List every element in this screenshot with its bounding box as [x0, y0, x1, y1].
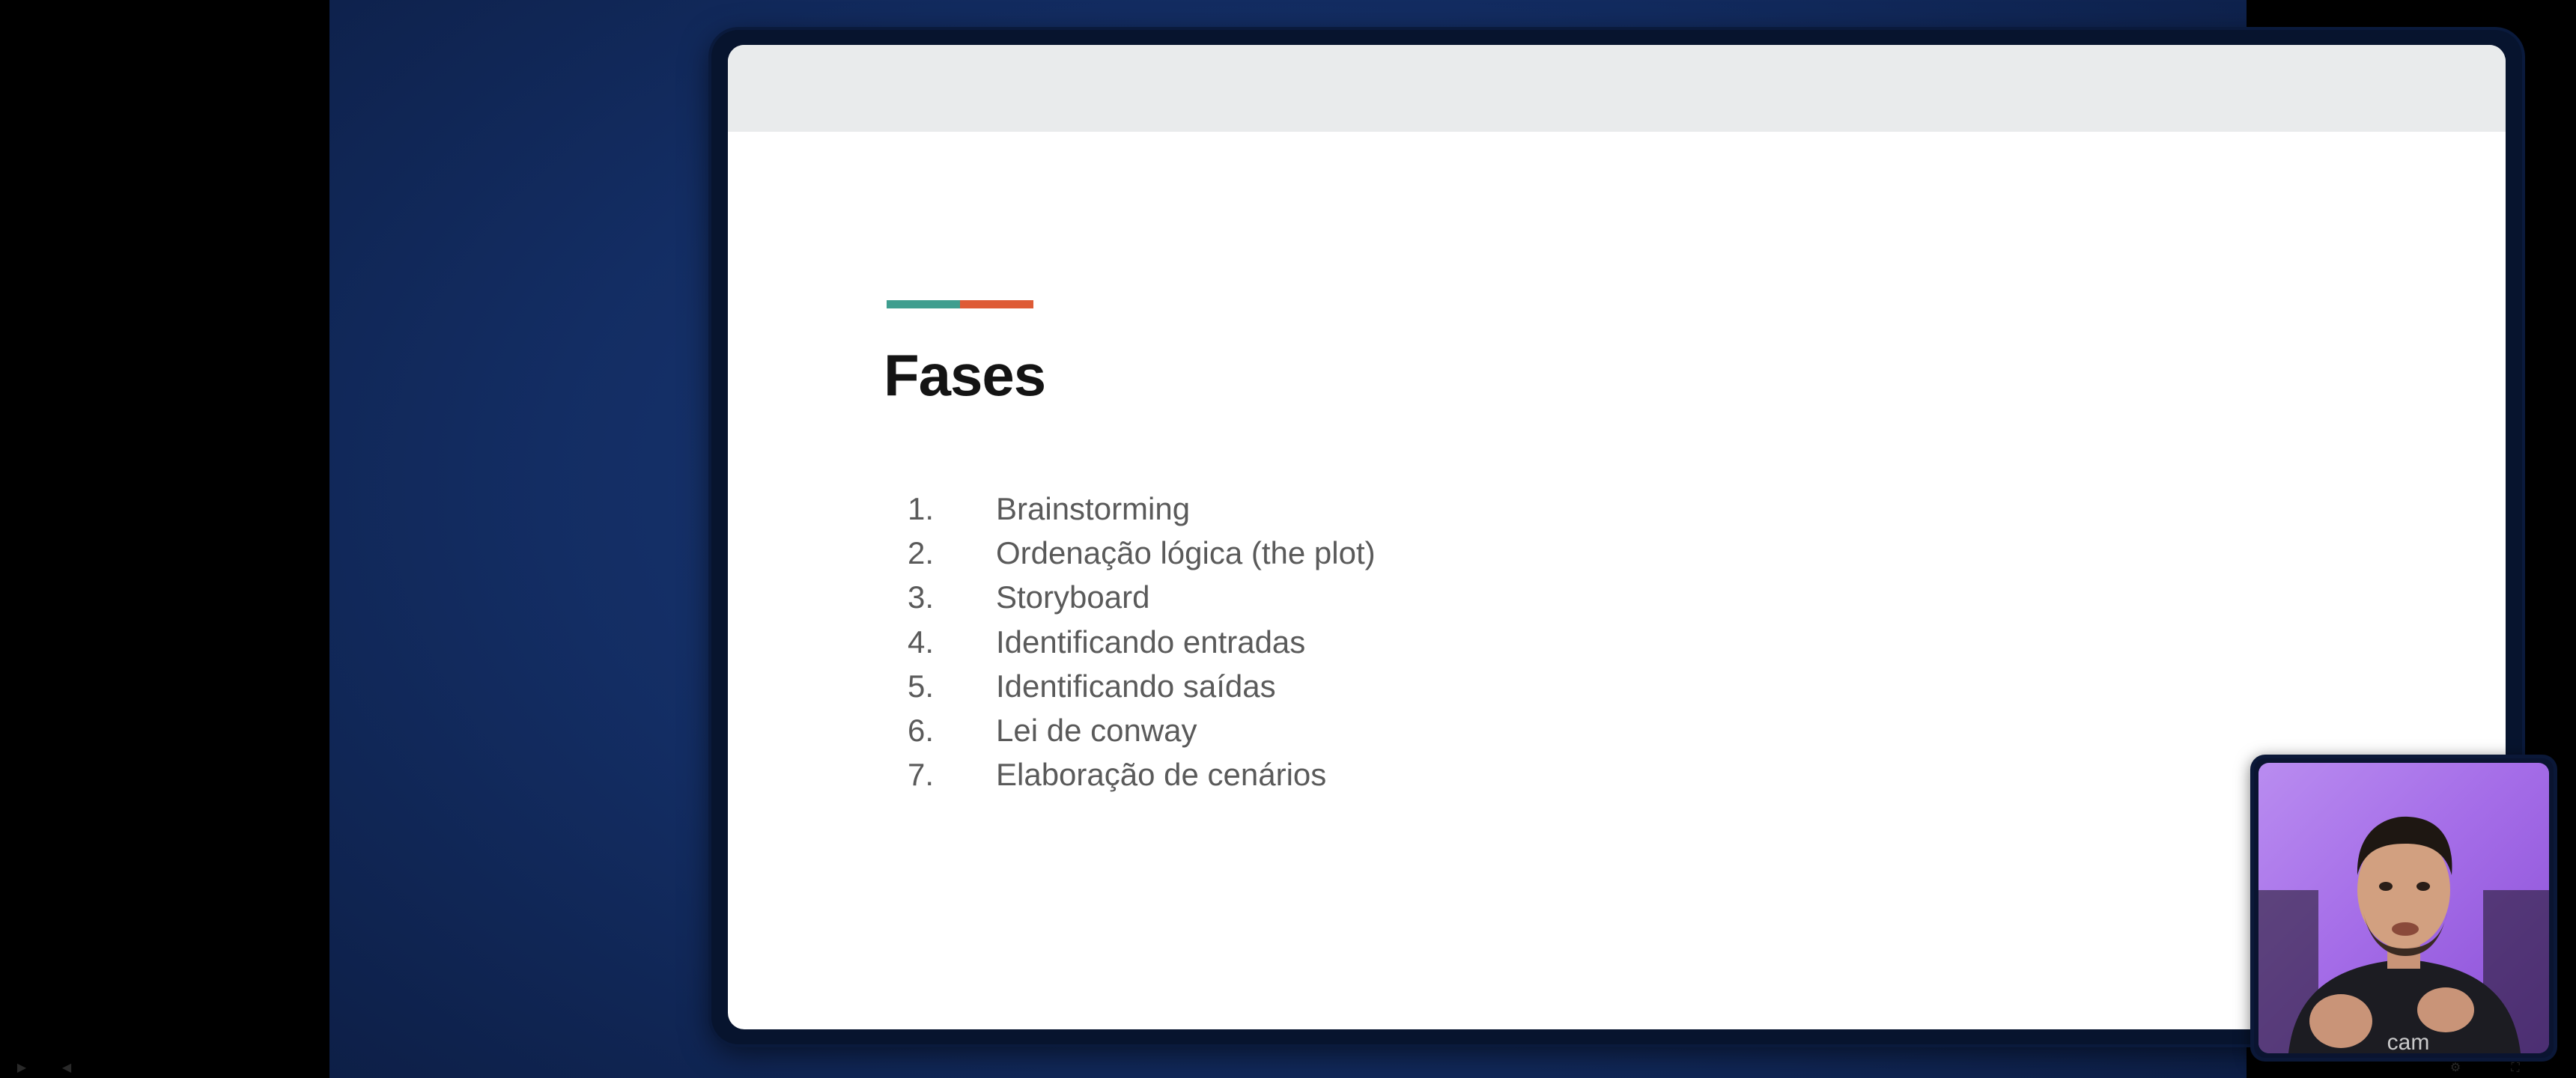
phase-number: 1. — [908, 490, 935, 526]
volume-icon[interactable]: ◀ — [60, 1062, 73, 1075]
phase-item: 5. Identificando saídas — [908, 664, 1376, 708]
play-icon[interactable]: ▶ — [15, 1062, 28, 1075]
accent-teal-segment — [887, 300, 960, 308]
phase-label: Elaboração de cenários — [996, 757, 1327, 793]
accent-orange-segment — [960, 300, 1033, 308]
svg-text:cam: cam — [2387, 1030, 2430, 1053]
phase-label: Storyboard — [996, 579, 1150, 615]
webcam-feed: cam — [2258, 763, 2549, 1053]
phase-item: 2. Ordenação lógica (the plot) — [908, 531, 1376, 575]
phase-item: 1. Brainstorming — [908, 487, 1376, 531]
player-controls: ▶ ◀ ⚙ ⛶ — [0, 1059, 2576, 1078]
title-accent-bar — [887, 300, 1033, 308]
phase-number: 6. — [908, 713, 935, 749]
phase-item: 6. Lei de conway — [908, 708, 1376, 752]
webcam-overlay: cam — [2250, 755, 2557, 1062]
phase-number: 5. — [908, 668, 935, 704]
presentation-slide: Fases 1. Brainstorming 2. Ordenação lógica… — [728, 45, 2506, 1029]
phase-label: Identificando saídas — [996, 668, 1276, 704]
phase-label: Lei de conway — [996, 713, 1197, 749]
phase-number: 4. — [908, 624, 935, 660]
slide-header-bar — [728, 45, 2506, 132]
phase-item: 4. Identificando entradas — [908, 620, 1376, 664]
phase-number: 2. — [908, 535, 935, 570]
phase-number: 3. — [908, 579, 935, 615]
phase-item: 3. Storyboard — [908, 576, 1376, 620]
phase-label: Brainstorming — [996, 490, 1191, 526]
video-player[interactable]: Fases 1. Brainstorming 2. Ordenação lógica… — [329, 0, 2557, 1078]
slide-title: Fases — [884, 342, 1046, 408]
phase-item: 7. Elaboração de cenários — [908, 753, 1376, 797]
settings-icon[interactable]: ⚙ — [2449, 1062, 2462, 1075]
presenter-figure: cam — [2258, 816, 2549, 1053]
phase-label: Identificando entradas — [996, 624, 1306, 660]
phase-list: 1. Brainstorming 2. Ordenação lógica (the … — [908, 487, 1376, 797]
fullscreen-icon[interactable]: ⛶ — [2509, 1062, 2522, 1075]
phase-number: 7. — [908, 757, 935, 793]
phase-label: Ordenação lógica (the plot) — [996, 535, 1376, 570]
